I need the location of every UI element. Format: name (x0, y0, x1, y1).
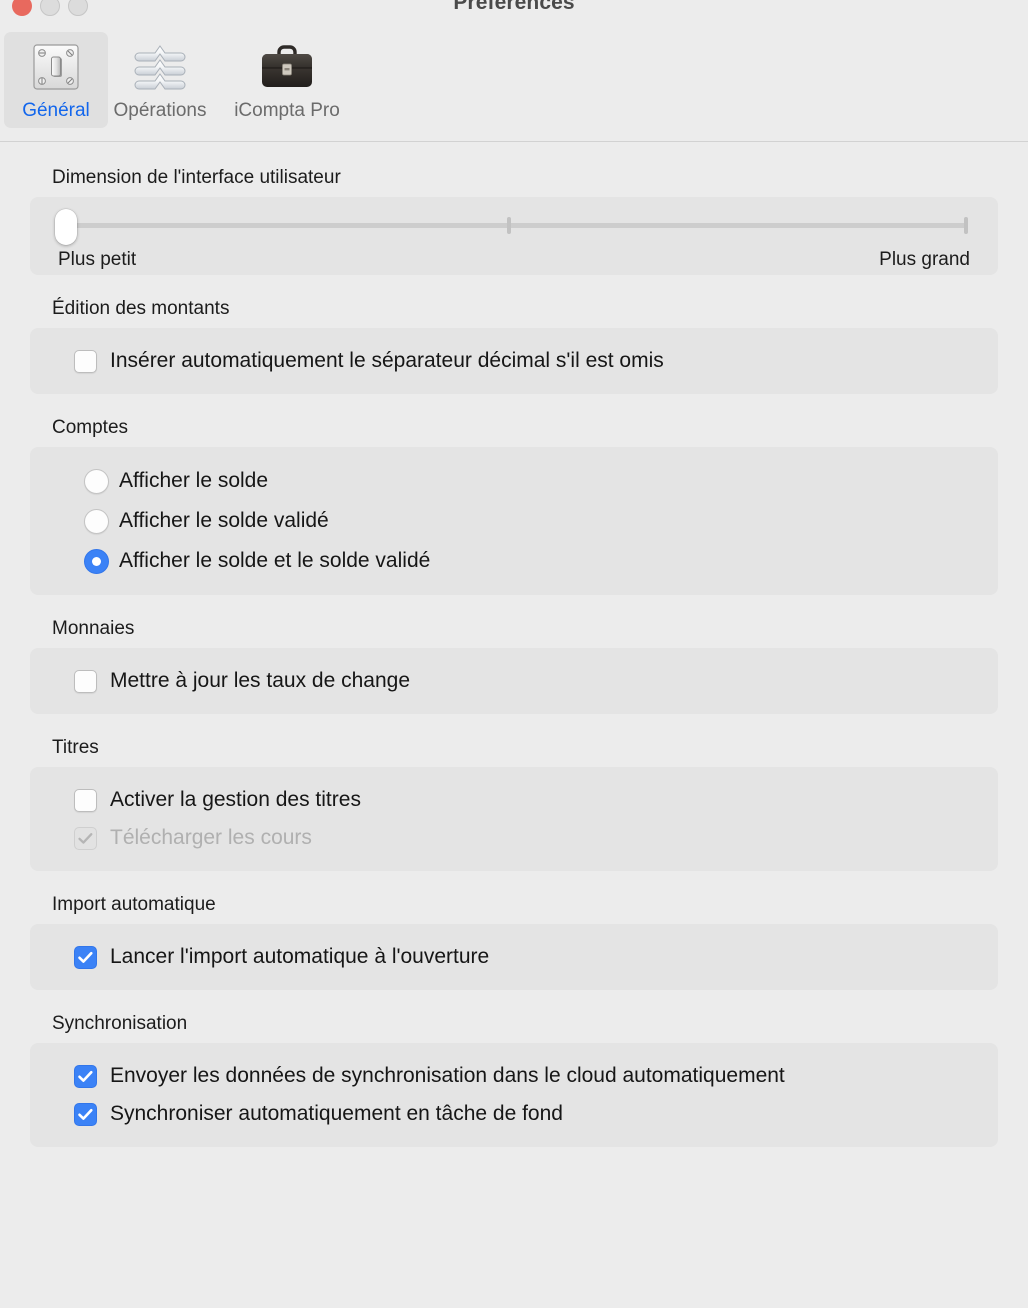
section-synchronization: Synchronisation Envoyer les données de s… (30, 1012, 998, 1147)
radio-show-cleared-balance[interactable] (84, 508, 109, 534)
tab-operations-label: Opérations (113, 100, 207, 121)
briefcase-icon (258, 38, 316, 96)
section-label-synchronization: Synchronisation (52, 1013, 188, 1034)
checkbox-update-exchange-rates[interactable] (74, 669, 97, 693)
radio-show-balance[interactable] (84, 468, 109, 494)
synchronization-group: Envoyer les données de synchronisation d… (30, 1043, 998, 1147)
checkbox-row-download-quotes: Télécharger les cours (48, 819, 980, 857)
checkbox-label-sync-in-background: Synchroniser automatiquement en tâche de… (110, 1102, 563, 1125)
tab-operations[interactable]: Opérations (108, 32, 212, 128)
tab-general[interactable]: Général (4, 32, 108, 128)
checkbox-row-run-auto-import-on-open[interactable]: Lancer l'import automatique à l'ouvertur… (48, 938, 980, 976)
amount-editing-group: Insérer automatiquement le séparateur dé… (30, 328, 998, 394)
checkbox-row-update-exchange-rates[interactable]: Mettre à jour les taux de change (48, 662, 980, 700)
radio-row-show-balance[interactable]: Afficher le solde (48, 461, 980, 501)
radio-show-both-balances[interactable] (84, 548, 109, 574)
window-title: Préférences (453, 0, 575, 14)
securities-group: Activer la gestion des titres Télécharge… (30, 767, 998, 871)
checkbox-label-send-sync-data-to-cloud: Envoyer les données de synchronisation d… (110, 1064, 785, 1087)
checkbox-label-run-auto-import-on-open: Lancer l'import automatique à l'ouvertur… (110, 945, 490, 968)
slider-range-labels: Plus petit Plus grand (50, 247, 978, 273)
tab-general-label: Général (22, 100, 90, 121)
radio-row-show-cleared-balance[interactable]: Afficher le solde validé (48, 501, 980, 541)
preferences-content: Dimension de l'interface utilisateur Plu… (0, 166, 1028, 1147)
checkbox-label-decimal-separator: Insérer automatiquement le séparateur dé… (110, 349, 664, 372)
currencies-group: Mettre à jour les taux de change (30, 648, 998, 714)
preferences-toolbar: Général Opérations iCompta Pro (0, 26, 1028, 142)
radio-label-show-balance: Afficher le solde (119, 469, 269, 492)
section-label-currencies: Monnaies (52, 618, 135, 639)
accounts-group: Afficher le solde Afficher le solde vali… (30, 447, 998, 595)
section-label-auto-import: Import automatique (52, 894, 216, 915)
radio-label-show-cleared-balance: Afficher le solde validé (119, 509, 329, 532)
checkbox-row-enable-securities[interactable]: Activer la gestion des titres (48, 781, 980, 819)
checkbox-label-update-exchange-rates: Mettre à jour les taux de change (110, 669, 411, 692)
checkbox-row-send-sync-data-to-cloud[interactable]: Envoyer les données de synchronisation d… (48, 1057, 980, 1095)
section-label-securities: Titres (52, 737, 99, 758)
checkbox-enable-securities[interactable] (74, 788, 97, 812)
slider-track (60, 223, 968, 228)
checkbox-row-decimal-separator[interactable]: Insérer automatiquement le séparateur dé… (48, 342, 980, 380)
section-securities: Titres Activer la gestion des titres Tél… (30, 736, 998, 871)
checkbox-decimal-separator[interactable] (74, 349, 97, 373)
checkbox-label-enable-securities: Activer la gestion des titres (110, 788, 361, 811)
section-label-interface-size: Dimension de l'interface utilisateur (52, 167, 341, 188)
slider-min-label: Plus petit (58, 249, 137, 270)
checkbox-row-sync-in-background[interactable]: Synchroniser automatiquement en tâche de… (48, 1095, 980, 1133)
checkbox-label-download-quotes: Télécharger les cours (110, 826, 312, 849)
checkbox-send-sync-data-to-cloud[interactable] (74, 1064, 97, 1088)
ui-size-slider[interactable] (50, 205, 978, 245)
section-accounts: Comptes Afficher le solde Afficher le so… (30, 416, 998, 595)
checkbox-sync-in-background[interactable] (74, 1102, 97, 1126)
tab-icompta-pro[interactable]: iCompta Pro (212, 32, 362, 128)
section-auto-import: Import automatique Lancer l'import autom… (30, 893, 998, 990)
section-amount-editing: Édition des montants Insérer automatique… (30, 297, 998, 394)
sliders-icon (131, 38, 189, 96)
tab-icompta-pro-label: iCompta Pro (234, 100, 340, 121)
slider-tick-right (964, 217, 968, 234)
interface-size-group: Plus petit Plus grand (30, 197, 998, 275)
light-switch-icon (27, 38, 85, 96)
section-label-amount-editing: Édition des montants (52, 298, 230, 319)
checkbox-download-quotes (74, 826, 97, 850)
section-label-accounts: Comptes (52, 417, 129, 438)
section-interface-size: Dimension de l'interface utilisateur Plu… (30, 166, 998, 275)
slider-max-label: Plus grand (879, 249, 970, 270)
radio-row-show-both-balances[interactable]: Afficher le solde et le solde validé (48, 541, 980, 581)
auto-import-group: Lancer l'import automatique à l'ouvertur… (30, 924, 998, 990)
radio-label-show-both-balances: Afficher le solde et le solde validé (119, 549, 431, 572)
window-titlebar: Préférences (0, 0, 1028, 26)
slider-tick-middle (506, 217, 511, 234)
checkbox-run-auto-import-on-open[interactable] (74, 945, 97, 969)
slider-thumb[interactable] (55, 209, 77, 245)
section-currencies: Monnaies Mettre à jour les taux de chang… (30, 617, 998, 714)
